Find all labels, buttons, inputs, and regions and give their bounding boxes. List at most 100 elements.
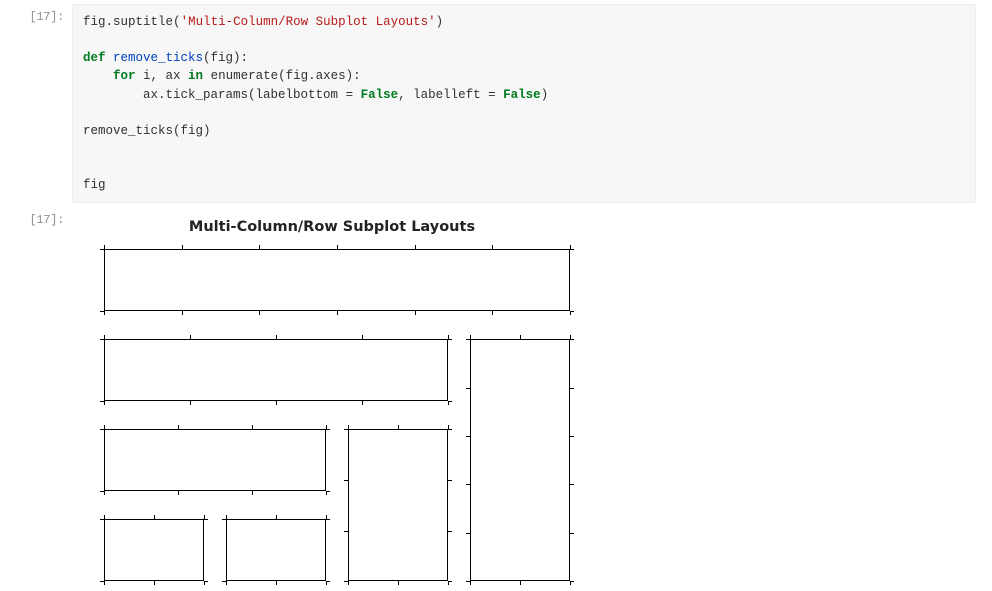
tick-mark xyxy=(326,491,330,492)
tick-mark xyxy=(276,401,277,405)
input-cell: [17]: fig.suptitle('Multi-Column/Row Sub… xyxy=(16,4,976,203)
tick-mark xyxy=(190,335,191,339)
tick-mark xyxy=(466,581,470,582)
tick-mark xyxy=(466,533,470,534)
code-token: fig xyxy=(83,15,106,29)
tick-mark xyxy=(520,335,521,339)
tick-mark xyxy=(100,249,104,250)
code-token: , labelleft xyxy=(398,88,488,102)
tick-mark xyxy=(348,425,349,429)
figure-output: Multi-Column/Row Subplot Layouts xyxy=(72,207,976,583)
tick-mark xyxy=(466,388,470,389)
tick-mark xyxy=(448,480,452,481)
tick-mark xyxy=(226,515,227,519)
subplot-ax5 xyxy=(348,429,448,581)
subplot-ax0 xyxy=(104,249,570,311)
tick-mark xyxy=(100,519,104,520)
subplot-ax3 xyxy=(104,519,204,581)
tick-mark xyxy=(104,425,105,429)
tick-mark xyxy=(182,245,183,249)
tick-mark xyxy=(348,581,349,585)
tick-mark xyxy=(252,491,253,495)
tick-mark xyxy=(415,311,416,315)
tick-mark xyxy=(415,245,416,249)
subplot-ax2 xyxy=(104,429,326,491)
code-token: (fig): xyxy=(203,51,248,65)
code-token xyxy=(106,51,114,65)
axes-frame xyxy=(470,339,570,581)
code-token: i, ax xyxy=(136,69,189,83)
tick-mark xyxy=(104,335,105,339)
code-token: . xyxy=(106,15,114,29)
tick-mark xyxy=(326,581,330,582)
tick-mark xyxy=(252,425,253,429)
tick-mark xyxy=(259,311,260,315)
tick-mark xyxy=(178,425,179,429)
input-prompt: [17]: xyxy=(16,4,72,24)
code-token: = xyxy=(346,88,354,102)
tick-mark xyxy=(104,491,105,495)
figure-suptitle: Multi-Column/Row Subplot Layouts xyxy=(82,215,582,243)
code-token: (labelbottom xyxy=(248,88,346,102)
axes-frame xyxy=(226,519,326,581)
code-token: ) xyxy=(541,88,549,102)
tick-mark xyxy=(337,311,338,315)
code-token: axes xyxy=(316,69,346,83)
tick-mark xyxy=(398,581,399,585)
tick-mark xyxy=(344,531,348,532)
tick-mark xyxy=(570,484,574,485)
axes-frame xyxy=(104,339,448,401)
tick-mark xyxy=(326,519,330,520)
tick-mark xyxy=(326,429,330,430)
code-token: = xyxy=(488,88,496,102)
code-token: ) xyxy=(436,15,444,29)
subplot-ax4 xyxy=(226,519,326,581)
code-token: remove_ticks xyxy=(113,51,203,65)
code-token: remove_ticks(fig) fig xyxy=(83,124,211,192)
tick-mark xyxy=(448,339,452,340)
tick-mark xyxy=(276,335,277,339)
tick-mark xyxy=(570,533,574,534)
tick-mark xyxy=(104,311,105,315)
tick-mark xyxy=(344,581,348,582)
tick-mark xyxy=(337,245,338,249)
code-token: ax xyxy=(83,88,158,102)
tick-mark xyxy=(100,491,104,492)
tick-mark xyxy=(100,311,104,312)
code-token: . xyxy=(158,88,166,102)
tick-mark xyxy=(466,436,470,437)
code-token: False xyxy=(503,88,541,102)
tick-mark xyxy=(398,425,399,429)
tick-mark xyxy=(100,339,104,340)
subplot-figure xyxy=(82,243,582,583)
tick-mark xyxy=(204,519,208,520)
tick-mark xyxy=(570,388,574,389)
tick-mark xyxy=(470,581,471,585)
tick-mark xyxy=(570,249,574,250)
tick-mark xyxy=(448,531,452,532)
code-token: in xyxy=(188,69,203,83)
tick-mark xyxy=(276,515,277,519)
tick-mark xyxy=(448,429,452,430)
tick-mark xyxy=(520,581,521,585)
tick-mark xyxy=(466,339,470,340)
axes-frame xyxy=(348,429,448,581)
tick-mark xyxy=(104,401,105,405)
tick-mark xyxy=(100,401,104,402)
tick-mark xyxy=(204,581,208,582)
code-token: for xyxy=(113,69,136,83)
tick-mark xyxy=(344,480,348,481)
code-token: ): xyxy=(346,69,361,83)
tick-mark xyxy=(226,581,227,585)
tick-mark xyxy=(492,311,493,315)
tick-mark xyxy=(259,245,260,249)
code-token: suptitle xyxy=(113,15,173,29)
tick-mark xyxy=(104,581,105,585)
code-token: enumerate xyxy=(211,69,279,83)
code-token: . xyxy=(308,69,316,83)
axes-frame xyxy=(104,249,570,311)
code-input-area[interactable]: fig.suptitle('Multi-Column/Row Subplot L… xyxy=(72,4,976,203)
tick-mark xyxy=(470,335,471,339)
tick-mark xyxy=(222,581,226,582)
axes-frame xyxy=(104,429,326,491)
